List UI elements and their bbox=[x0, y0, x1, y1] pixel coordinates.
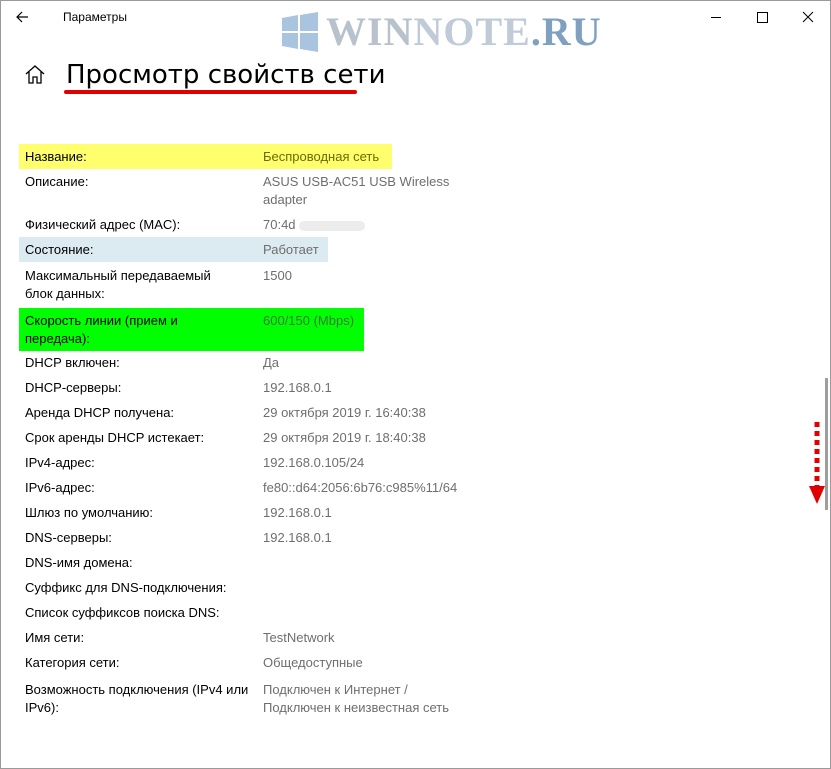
property-value: Беспроводная сеть bbox=[263, 149, 380, 164]
property-label: Имя сети: bbox=[25, 630, 85, 645]
property-value: 192.168.0.105/24 bbox=[263, 455, 365, 470]
property-value: 192.168.0.1 bbox=[263, 505, 332, 520]
back-arrow-icon bbox=[16, 11, 28, 23]
property-value: 192.168.0.1 bbox=[263, 530, 332, 545]
property-label: Состояние: bbox=[25, 242, 94, 257]
property-value: Работает bbox=[263, 242, 319, 257]
property-label: Аренда DHCP получена: bbox=[25, 405, 175, 420]
watermark-win: WIN bbox=[326, 9, 414, 54]
watermark-note: NOTE bbox=[413, 9, 531, 54]
back-button[interactable] bbox=[12, 6, 34, 28]
property-label: Скорость линии (прием и передача): bbox=[25, 313, 178, 346]
property-value-mac: 70:4d bbox=[263, 216, 488, 234]
property-label: DHCP включен: bbox=[25, 355, 120, 370]
home-button[interactable] bbox=[22, 62, 48, 88]
watermark: WINNOTE.RU bbox=[280, 10, 602, 54]
home-icon bbox=[25, 65, 45, 84]
app-title: Параметры bbox=[63, 10, 127, 24]
scroll-down-annotation-icon bbox=[809, 422, 825, 504]
mac-visible: 70:4d bbox=[263, 217, 296, 232]
windows-logo-icon bbox=[282, 12, 318, 52]
property-value: 29 октября 2019 г. 16:40:38 bbox=[263, 405, 426, 420]
property-label: Описание: bbox=[25, 174, 89, 189]
minimize-button[interactable] bbox=[693, 0, 739, 34]
property-label: DNS-имя домена: bbox=[25, 555, 133, 570]
property-value: fe80::d64:2056:6b76:c985%11/64 bbox=[263, 480, 458, 495]
property-label: IPv4-адрес: bbox=[25, 455, 95, 470]
property-value: 1500 bbox=[263, 268, 292, 283]
property-label: Шлюз по умолчанию: bbox=[25, 505, 154, 520]
property-value: ASUS USB-AC51 USB Wireless adapter bbox=[263, 174, 450, 207]
property-label: DNS-серверы: bbox=[25, 530, 112, 545]
property-label: Срок аренды DHCP истекает: bbox=[25, 430, 205, 445]
property-value: TestNetwork bbox=[263, 630, 335, 645]
property-label: Название: bbox=[25, 149, 87, 164]
property-value: 600/150 (Mbps) bbox=[263, 313, 355, 328]
property-label: IPv6-адрес: bbox=[25, 480, 95, 495]
mac-blurred bbox=[298, 220, 365, 231]
property-value: Общедоступные bbox=[263, 655, 363, 670]
maximize-icon bbox=[757, 12, 768, 23]
property-value: 192.168.0.1 bbox=[263, 380, 332, 395]
property-label: Физический адрес (MAC): bbox=[25, 217, 181, 232]
close-button[interactable] bbox=[785, 0, 831, 34]
watermark-ru: .RU bbox=[530, 9, 602, 54]
property-value: Подключен к Интернет / Подключен к неизв… bbox=[263, 682, 450, 715]
property-value: 29 октября 2019 г. 18:40:38 bbox=[263, 430, 426, 445]
title-annotation-underline bbox=[64, 90, 357, 94]
property-label: Суффикс для DNS-подключения: bbox=[25, 580, 227, 595]
maximize-button[interactable] bbox=[739, 0, 785, 34]
property-label: Максимальный передаваемый блок данных: bbox=[25, 268, 211, 301]
close-icon bbox=[802, 11, 814, 23]
property-value: Да bbox=[263, 355, 280, 370]
watermark-text: WINNOTE.RU bbox=[326, 10, 602, 54]
property-label: Список суффиксов поиска DNS: bbox=[25, 605, 220, 620]
minimize-icon bbox=[711, 17, 721, 18]
property-label: Возможность подключения (IPv4 или IPv6): bbox=[25, 682, 249, 715]
property-label: Категория сети: bbox=[25, 655, 120, 670]
page-title: Просмотр свойств сети bbox=[66, 60, 386, 90]
property-label: DHCP-серверы: bbox=[25, 380, 122, 395]
